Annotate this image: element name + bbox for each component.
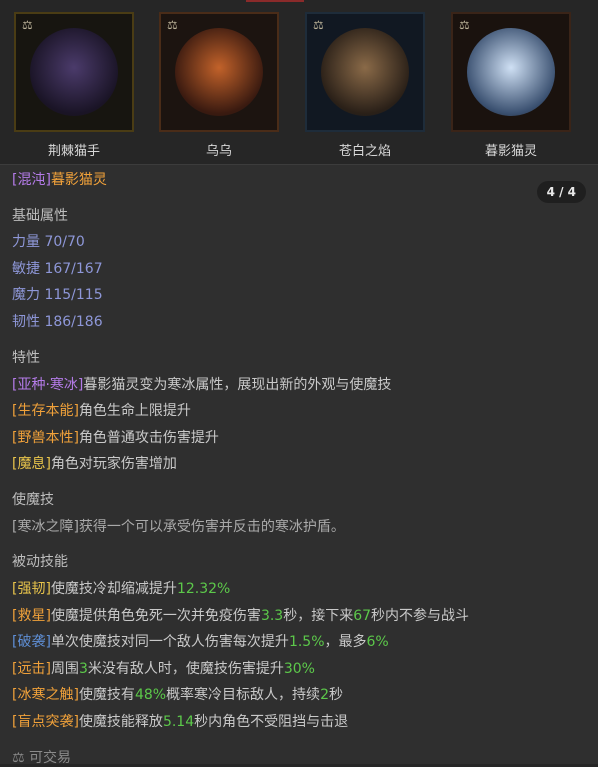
familiar-card-1[interactable]: ⚖ 荆棘猫手 [14, 12, 134, 159]
scale-icon: ⚖ [313, 18, 324, 32]
passive-skill-value: 30% [283, 661, 315, 677]
stat-strength: 力量 70/70 [12, 234, 85, 250]
familiar-portrait-image [467, 28, 555, 116]
trait-tag: [野兽本性] [12, 430, 79, 446]
trait-item: [野兽本性]角色普通攻击伤害提升 [12, 427, 219, 447]
passive-skill-text: 秒 [328, 687, 343, 703]
passive-skill-text: 周围 [50, 661, 79, 677]
passive-skill-text: 使魔技有 [78, 687, 135, 703]
passive-skill-tag: [救星] [12, 608, 51, 624]
familiar-card-2[interactable]: ⚖ 乌乌 [159, 12, 279, 159]
trait-item: [亚种·寒冰]暮影猫灵变为寒冰属性，展现出新的外观与使魔技 [12, 374, 391, 394]
passive-skill-item: [冰寒之触]使魔技有48%概率寒冷目标敌人，持续2秒 [12, 684, 343, 704]
passive-skill-item: [远击]周围3米没有敌人时，使魔技伤害提升30% [12, 658, 315, 678]
passive-skill-tag: [冰寒之触] [12, 687, 79, 703]
familiar-detail-panel: [混沌]暮影猫灵 4 / 4 基础属性 力量 70/70 敏捷 167/167 … [0, 164, 598, 767]
scale-icon: ⚖ [167, 18, 178, 32]
tradable-text: 可交易 [29, 750, 72, 766]
trait-tag: [亚种·寒冰] [12, 377, 84, 393]
scale-icon: ⚖ [22, 18, 33, 32]
passive-skill-tag: [远击] [12, 661, 51, 677]
portrait-frame: ⚖ [451, 12, 571, 132]
familiar-name: 暮影猫灵 [484, 144, 537, 159]
passive-skill-text: 秒内不参与战斗 [371, 608, 470, 624]
familiar-title-name: 暮影猫灵 [50, 172, 107, 188]
trait-tag: [魔息] [12, 456, 51, 472]
scale-icon: ⚖ [12, 750, 25, 766]
traits-heading: 特性 [12, 350, 40, 366]
passive-skill-item: [强韧]使魔技冷却缩减提升12.32% [12, 578, 230, 598]
passive-skill-text: 概率寒冷目标敌人，持续 [166, 687, 321, 703]
passive-skill-value: 48% [134, 687, 167, 703]
portrait-frame: ⚖ [305, 12, 425, 132]
passive-skill-tag: [破袭] [12, 634, 51, 650]
skill-heading: 使魔技 [12, 492, 54, 508]
trait-text: 角色普通攻击伤害提升 [78, 430, 219, 446]
stat-magic: 魔力 115/115 [12, 287, 103, 303]
familiar-name: 乌乌 [205, 144, 232, 159]
page-indicator: 4 / 4 [536, 181, 586, 203]
familiar-portrait-image [30, 28, 118, 116]
familiar-card-3[interactable]: ⚖ 苍白之焰 [305, 12, 425, 159]
familiar-title: [混沌]暮影猫灵 [12, 169, 107, 189]
tradable-label: ⚖ 可交易 [12, 747, 71, 767]
passive-skill-text: 使魔提供角色免死一次并免疫伤害 [50, 608, 261, 624]
passive-skill-text: 秒，接下来 [283, 608, 354, 624]
stat-toughness: 韧性 186/186 [12, 314, 103, 330]
passive-skill-text: 秒内角色不受阻挡与击退 [194, 714, 349, 730]
trait-text: 暮影猫灵变为寒冰属性，展现出新的外观与使魔技 [83, 377, 392, 393]
passive-skill-value: 3 [78, 661, 88, 677]
portrait-frame: ⚖ [14, 12, 134, 132]
passive-skill-item: [救星]使魔提供角色免死一次并免疫伤害3.3秒，接下来67秒内不参与战斗 [12, 605, 469, 625]
familiar-portrait-image [321, 28, 409, 116]
passive-skill-value: 2 [320, 687, 329, 703]
passive-skill-value: 5.14 [162, 714, 195, 730]
skill-description: [寒冰之障]获得一个可以承受伤害并反击的寒冰护盾。 [12, 519, 345, 535]
passive-skill-tag: [盲点突袭] [12, 714, 79, 730]
trait-item: [魔息]角色对玩家伤害增加 [12, 453, 177, 473]
passive-skill-text: 单次使魔技对同一个敌人伤害每次提升 [50, 634, 289, 650]
stat-agility: 敏捷 167/167 [12, 261, 103, 277]
passive-skill-text: 米没有敌人时，使魔技伤害提升 [87, 661, 284, 677]
familiar-card-4[interactable]: ⚖ 暮影猫灵 [451, 12, 571, 159]
trait-item: [生存本能]角色生命上限提升 [12, 400, 191, 420]
passive-skill-value: 6% [366, 634, 389, 650]
passive-skill-text: 使魔技冷却缩减提升 [50, 581, 177, 597]
passive-skill-value: 67 [353, 608, 372, 624]
passive-skill-text: ，最多 [324, 634, 367, 650]
passive-skill-text: 使魔技能释放 [78, 714, 163, 730]
base-attributes-heading: 基础属性 [12, 208, 68, 224]
familiar-name: 苍白之焰 [338, 144, 391, 159]
familiar-name: 荆棘猫手 [47, 144, 100, 159]
passive-skill-value: 3.3 [260, 608, 284, 624]
passive-skill-tag: [强韧] [12, 581, 51, 597]
trait-text: 角色对玩家伤害增加 [50, 456, 177, 472]
passive-skill-item: [破袭]单次使魔技对同一个敌人伤害每次提升1.5%，最多6% [12, 631, 389, 651]
trait-text: 角色生命上限提升 [78, 403, 191, 419]
familiar-portrait-image [175, 28, 263, 116]
passive-skills-heading: 被动技能 [12, 554, 68, 570]
passive-skill-value: 12.32% [176, 581, 231, 597]
passive-skill-item: [盲点突袭]使魔技能释放5.14秒内角色不受阻挡与击退 [12, 711, 348, 731]
rarity-tag: [混沌] [12, 172, 51, 188]
portrait-frame: ⚖ [159, 12, 279, 132]
passive-skill-value: 1.5% [288, 634, 325, 650]
trait-tag: [生存本能] [12, 403, 79, 419]
familiar-selector: ⚖ 荆棘猫手 ⚖ 乌乌 ⚖ 苍白之焰 ⚖ 暮影猫灵 [0, 0, 598, 160]
scale-icon: ⚖ [459, 18, 470, 32]
